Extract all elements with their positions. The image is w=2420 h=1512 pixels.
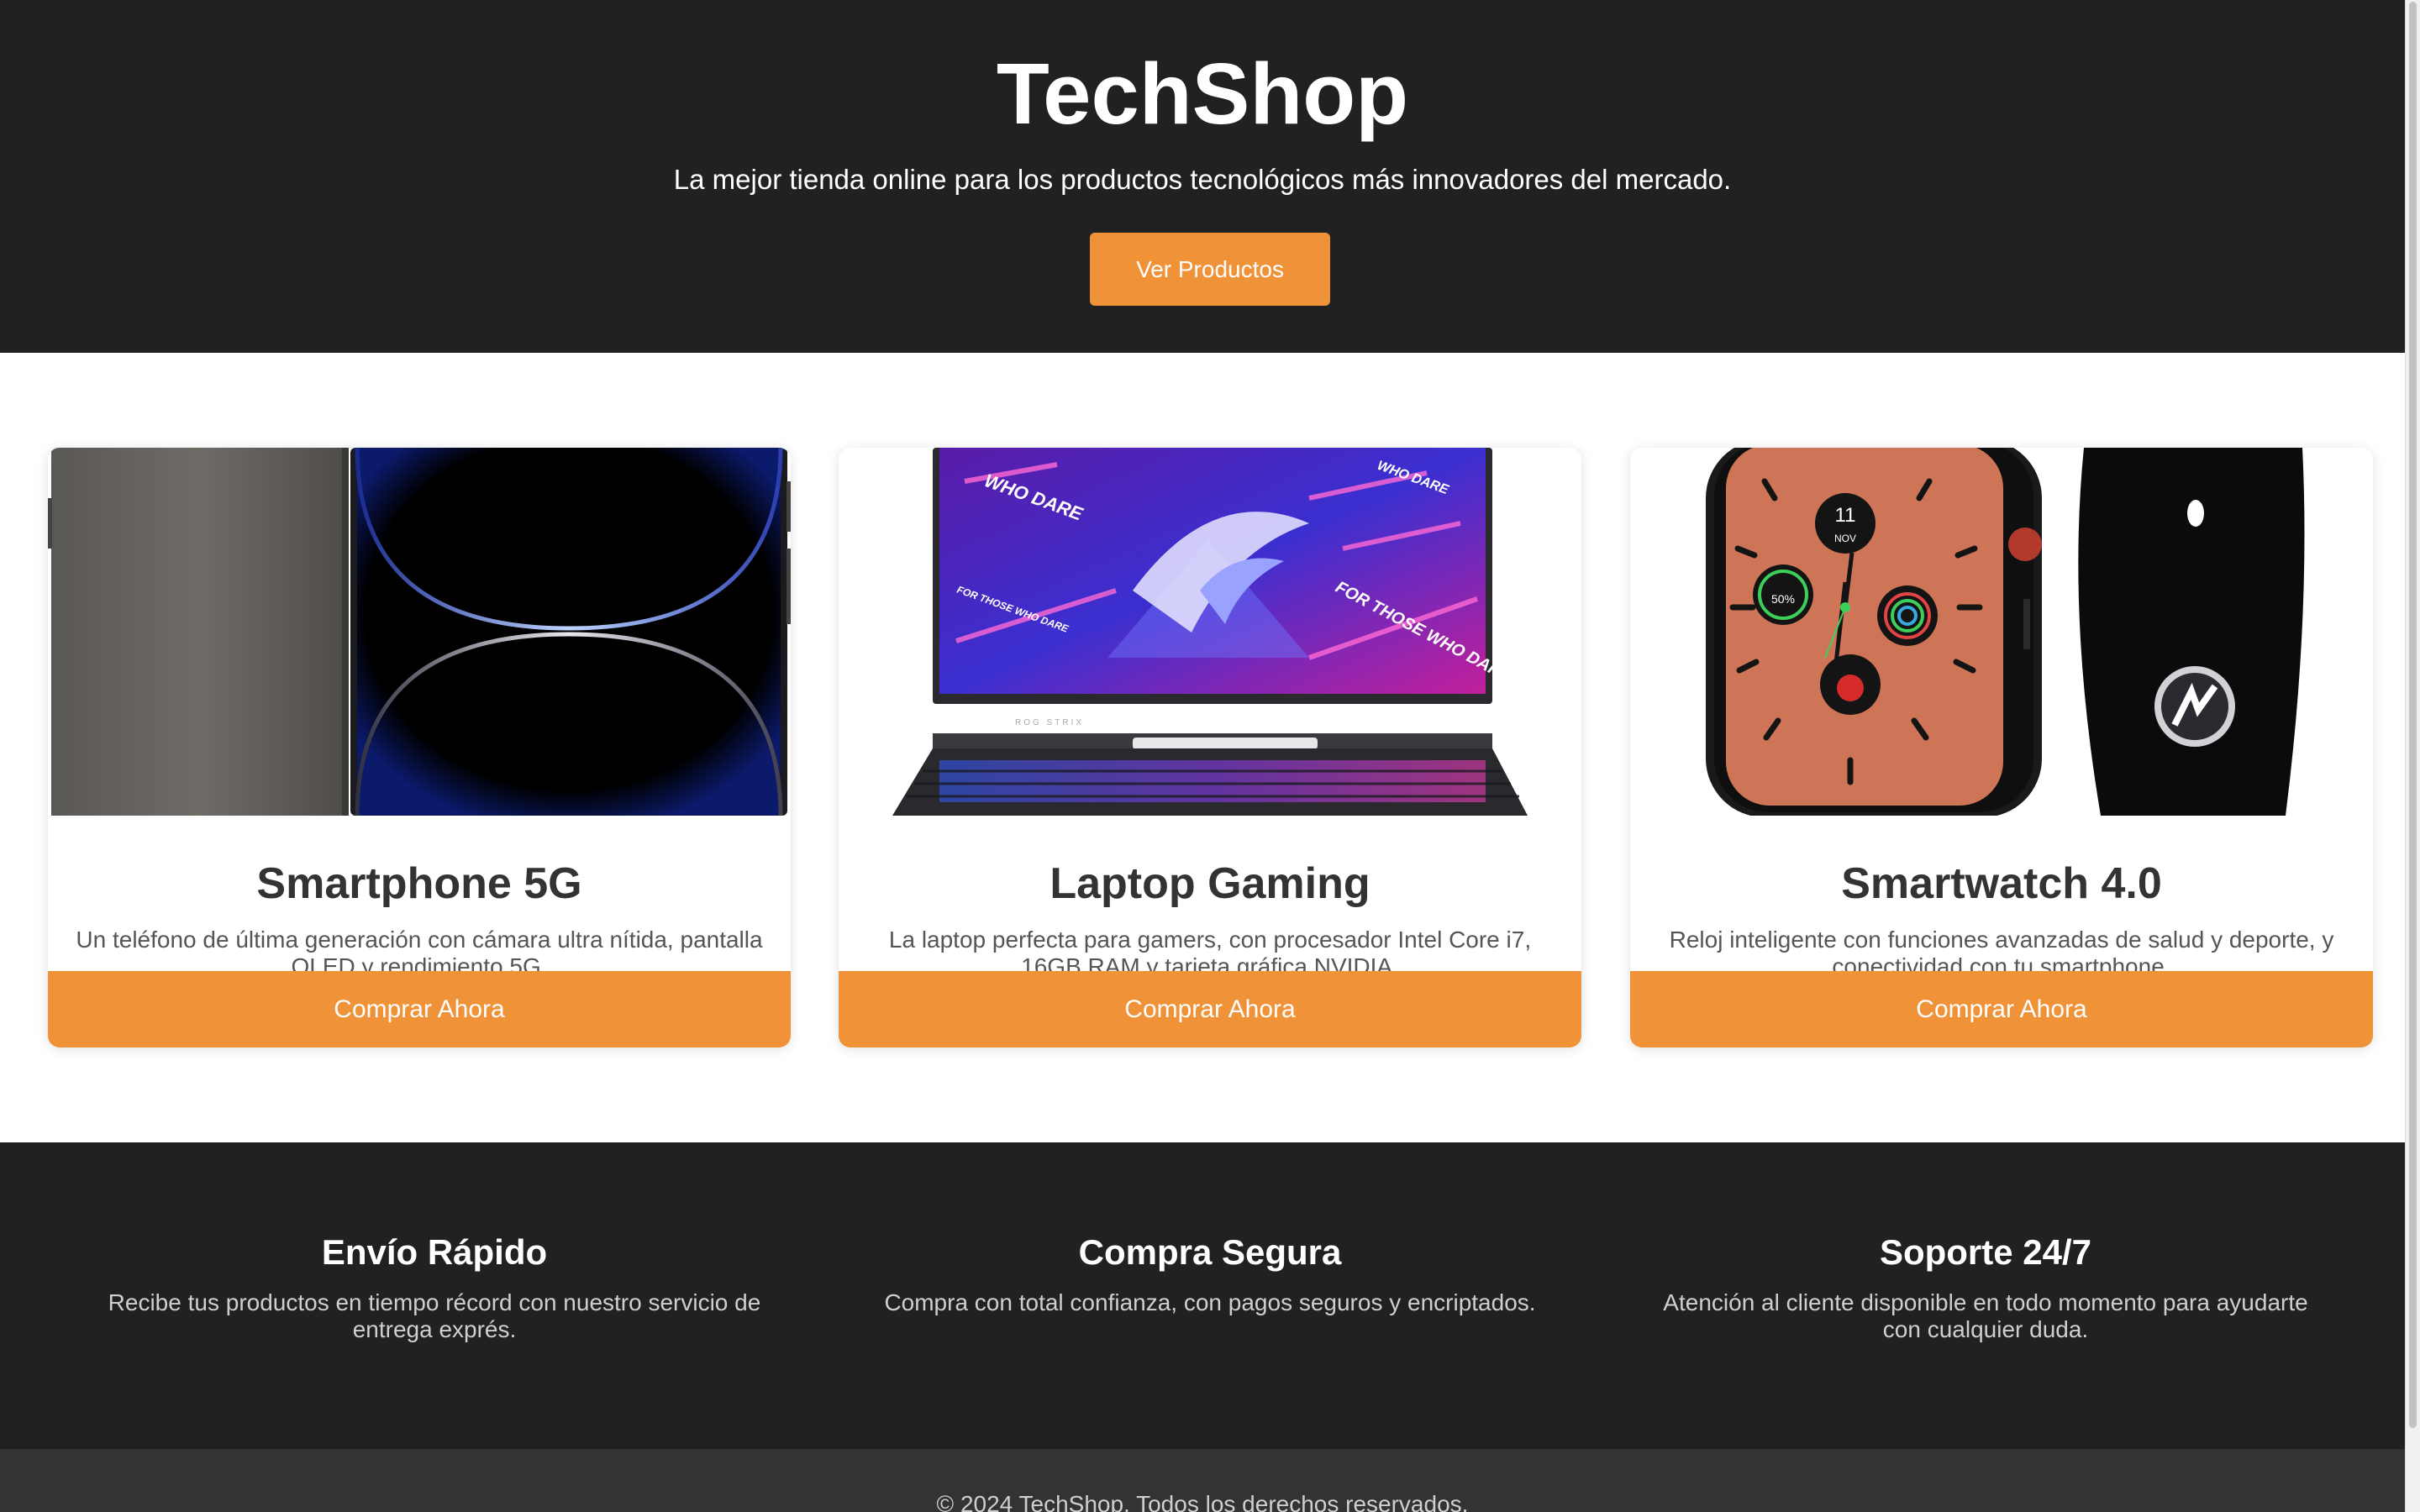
feature-text: Recibe tus productos en tiempo récord co… (108, 1289, 761, 1342)
buy-now-button[interactable]: Comprar Ahora (48, 971, 791, 1047)
features-section: Envío Rápido Recibe tus productos en tie… (0, 1142, 2405, 1449)
feature-title: Envío Rápido (321, 1232, 548, 1272)
feature-support: Soporte 24/7 Atención al cliente disponi… (1649, 1231, 2322, 1343)
hero-section: TechShop La mejor tienda online para los… (0, 0, 2405, 353)
buy-now-button[interactable]: Comprar Ahora (839, 971, 1581, 1047)
feature-fast-shipping: Envío Rápido Recibe tus productos en tie… (98, 1231, 771, 1343)
feature-title: Compra Segura (1078, 1232, 1342, 1272)
laptop-image[interactable]: WHO DARE WHO DARE FOR THOSE WHO DARE FOR… (839, 448, 1581, 816)
smartwatch-image[interactable]: 11 NOV 50% (1630, 448, 2373, 816)
product-card-smartphone: Smartphone 5G Un teléfono de última gene… (48, 448, 791, 1047)
scrollbar-thumb[interactable] (2409, 2, 2417, 1428)
site-title: TechShop (996, 45, 1409, 142)
product-title: Smartphone 5G (256, 859, 582, 908)
laptop-brand-text: ROG STRIX (1015, 718, 1084, 727)
feature-title: Soporte 24/7 (1879, 1232, 2092, 1272)
page: TechShop La mejor tienda online para los… (0, 0, 2405, 1512)
feature-text: Atención al cliente disponible en todo m… (1663, 1289, 2308, 1342)
feature-text: Compra con total confianza, con pagos se… (884, 1289, 1536, 1315)
watch-battery: 50% (1771, 592, 1795, 606)
vertical-scrollbar[interactable] (2405, 0, 2420, 1512)
feature-secure-purchase: Compra Segura Compra con total confianza… (874, 1231, 1546, 1316)
smartphone-image[interactable] (48, 448, 791, 816)
hero-tagline: La mejor tienda online para los producto… (673, 164, 1732, 195)
product-title: Laptop Gaming (1050, 859, 1370, 908)
product-card-smartwatch: 11 NOV 50% Smartwatch 4.0 Reloj intelige… (1630, 448, 2373, 1047)
watch-month: NOV (1834, 533, 1856, 544)
watch-hour: 11 (1835, 504, 1856, 527)
copyright-text: © 2024 TechShop. Todos los derechos rese… (936, 1491, 1469, 1512)
view-products-button[interactable]: Ver Productos (1090, 233, 1330, 306)
product-card-laptop: WHO DARE WHO DARE FOR THOSE WHO DARE FOR… (839, 448, 1581, 1047)
footer: © 2024 TechShop. Todos los derechos rese… (0, 1449, 2405, 1512)
products-section: Smartphone 5G Un teléfono de última gene… (0, 353, 2405, 1142)
buy-now-button[interactable]: Comprar Ahora (1630, 971, 2373, 1047)
product-title: Smartwatch 4.0 (1841, 859, 2162, 908)
